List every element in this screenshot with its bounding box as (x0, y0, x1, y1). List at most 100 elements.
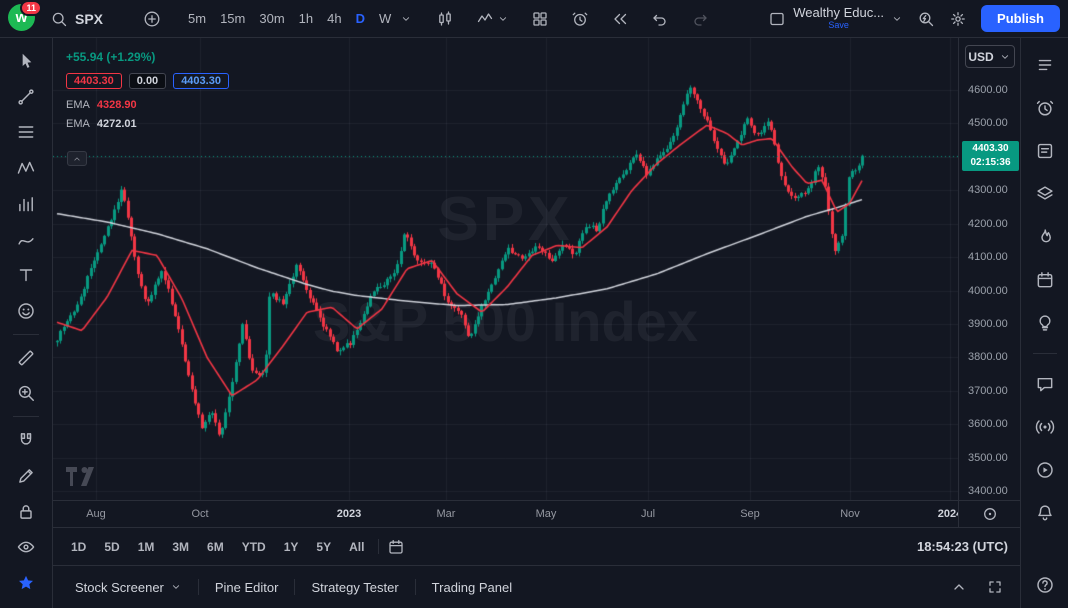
range-1d[interactable]: 1D (65, 537, 92, 557)
indicators-icon[interactable] (476, 10, 494, 28)
tool-ruler[interactable] (13, 345, 39, 371)
tool-lock[interactable] (13, 499, 39, 525)
sidebar-shows[interactable] (1032, 457, 1058, 483)
timeframe-d[interactable]: D (351, 8, 370, 29)
time-axis-label: 2023 (337, 508, 361, 520)
tab-divider (294, 579, 295, 595)
sidebar-chat[interactable] (1032, 371, 1058, 397)
price-badge-blue[interactable]: 4403.30 (173, 73, 229, 89)
sidebar-notifications[interactable] (1032, 500, 1058, 526)
help-icon[interactable] (1032, 572, 1058, 598)
currency-chevron-icon (999, 51, 1011, 63)
tool-emoji[interactable] (13, 298, 39, 324)
tool-fib-retracement[interactable] (13, 119, 39, 145)
sidebar-hotlists[interactable] (1032, 224, 1058, 250)
price-scale[interactable]: USD 4403.30 02:15:36 4600.004500.004400.… (958, 38, 1020, 500)
timeframe-4h[interactable]: 4h (322, 8, 346, 29)
range-5y[interactable]: 5Y (310, 537, 337, 557)
ema-legend-row-2[interactable]: EMA 4272.01 (66, 118, 229, 130)
tab-divider (198, 579, 199, 595)
go-to-date-icon[interactable] (387, 538, 405, 556)
price-scale-label: 4200.00 (968, 217, 1008, 231)
tool-zoom-in[interactable] (13, 381, 39, 407)
tab-trading-panel[interactable]: Trading Panel (426, 576, 518, 599)
range-1y[interactable]: 1Y (278, 537, 305, 557)
timeframe-1h[interactable]: 1h (294, 8, 318, 29)
tool-cursor[interactable] (13, 48, 39, 74)
price-scale-label: 4100.00 (968, 250, 1008, 264)
maximize-panel-icon[interactable] (986, 578, 1004, 596)
range-ytd[interactable]: YTD (236, 537, 272, 557)
tool-text[interactable] (13, 262, 39, 288)
tab-divider (415, 579, 416, 595)
tool-xabcd-pattern[interactable] (13, 155, 39, 181)
timeframe-menu-chevron-icon[interactable] (400, 13, 412, 25)
sidebar-alerts[interactable] (1032, 95, 1058, 121)
price-scale-label: 3700.00 (968, 384, 1008, 398)
timeframe-15m[interactable]: 15m (215, 8, 250, 29)
publish-button[interactable]: Publish (981, 5, 1060, 32)
tool-edit[interactable] (13, 463, 39, 489)
tab-label: Strategy Tester (311, 580, 398, 595)
range-3m[interactable]: 3M (166, 537, 195, 557)
tab-stock-screener[interactable]: Stock Screener (69, 576, 188, 599)
compare-add-icon[interactable] (143, 10, 161, 28)
timeframe-w[interactable]: W (374, 8, 396, 29)
create-alert-icon[interactable] (571, 10, 589, 28)
sidebar-ideas[interactable] (1032, 310, 1058, 336)
sidebar-calendar[interactable] (1032, 267, 1058, 293)
user-avatar[interactable]: w 11 (8, 4, 38, 34)
scroll-to-realtime-icon[interactable] (981, 505, 999, 523)
tool-favorites[interactable] (13, 570, 39, 596)
time-axis-label: Aug (86, 508, 106, 520)
layout-name[interactable]: Wealthy Educ... (793, 6, 884, 19)
settings-gear-icon[interactable] (949, 10, 967, 28)
tab-strategy-tester[interactable]: Strategy Tester (305, 576, 404, 599)
tool-eye[interactable] (13, 535, 39, 561)
timeframe-5m[interactable]: 5m (183, 8, 211, 29)
time-axis[interactable]: AugOct2023MarMayJulSepNov2024 (53, 500, 958, 527)
range-buttons: 1D 5D 1M3M 6M YTD 1Y5Y All (65, 537, 370, 557)
timeframe-30m[interactable]: 30m (254, 8, 289, 29)
indicators-chevron-icon[interactable] (497, 13, 509, 25)
price-badge-dark[interactable]: 0.00 (129, 73, 166, 89)
tab-pine-editor[interactable]: Pine Editor (209, 576, 285, 599)
clock-utc[interactable]: 18:54:23 (UTC) (917, 539, 1008, 554)
tool-brush[interactable] (13, 227, 39, 253)
sidebar-divider (1033, 353, 1057, 354)
sidebar-data-window[interactable] (1032, 138, 1058, 164)
bar-replay-icon[interactable] (611, 10, 629, 28)
tradingview-logo[interactable] (65, 466, 95, 490)
undo-icon[interactable] (651, 10, 669, 28)
sidebar-streams[interactable] (1032, 414, 1058, 440)
range-6m[interactable]: 6M (201, 537, 230, 557)
range-all[interactable]: All (343, 537, 370, 557)
layout-templates-icon[interactable] (531, 10, 549, 28)
ema-legend-row-1[interactable]: EMA 4328.90 (66, 99, 229, 111)
range-1m[interactable]: 1M (132, 537, 161, 557)
layout-icon (768, 10, 786, 28)
layout-selector[interactable]: Wealthy Educ... Save (768, 6, 903, 32)
price-badge-red[interactable]: 4403.30 (66, 73, 122, 89)
symbol-search-button[interactable]: SPX (50, 10, 103, 28)
tool-trend-line[interactable] (13, 84, 39, 110)
quick-search-icon[interactable] (917, 10, 935, 28)
expand-panel-icon[interactable] (950, 578, 968, 596)
tool-forecast[interactable] (13, 191, 39, 217)
save-link[interactable]: Save (828, 19, 849, 32)
price-scale-label: 3900.00 (968, 317, 1008, 331)
legend-collapse-button[interactable] (67, 151, 87, 166)
chart-pane: SPX S&P 500 Index +55.94 (+1.29%) 4403.3… (53, 38, 958, 500)
sidebar-object-tree[interactable] (1032, 181, 1058, 207)
search-icon (50, 10, 68, 28)
range-5d[interactable]: 5D (98, 537, 125, 557)
ema1-label: EMA (66, 99, 90, 111)
price-scale-label: 3800.00 (968, 350, 1008, 364)
chart-type-candles-icon[interactable] (436, 10, 454, 28)
layout-chevron-icon[interactable] (891, 13, 903, 25)
sidebar-watchlist[interactable] (1032, 52, 1058, 78)
tool-magnet[interactable] (13, 427, 39, 453)
redo-icon[interactable] (691, 10, 709, 28)
currency-selector[interactable]: USD (965, 45, 1015, 68)
bottom-panel-controls (950, 578, 1004, 596)
